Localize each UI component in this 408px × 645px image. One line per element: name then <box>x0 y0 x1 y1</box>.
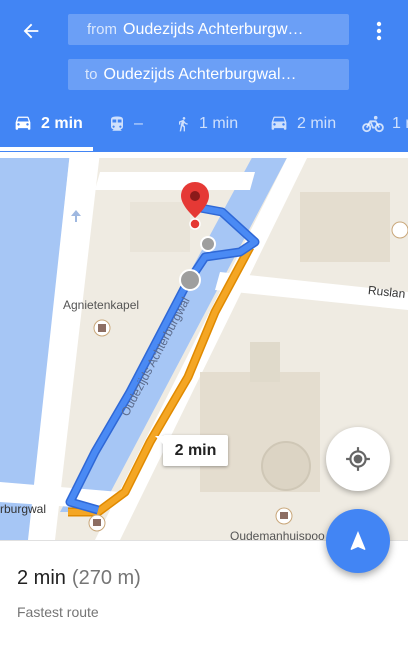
tab-bike-label: 1 m <box>392 115 408 132</box>
tab-walk-label: 1 min <box>199 115 239 132</box>
back-button[interactable] <box>14 14 48 48</box>
tab-transit-label: – <box>134 115 143 132</box>
car-icon <box>271 116 287 130</box>
duration-text: 2 min <box>17 567 66 589</box>
poi-label-agnietenkapel: Agnietenkapel <box>63 298 140 312</box>
tab-taxi[interactable]: 2 min <box>269 104 336 144</box>
travel-mode-tabs: 2 min – 1 min 2 min 1 m <box>0 104 408 152</box>
my-location-icon <box>346 447 370 471</box>
distance-text: (270 m) <box>71 567 141 589</box>
tab-taxi-label: 2 min <box>297 115 337 132</box>
more-vert-icon <box>376 21 382 41</box>
from-value: Oudezijds Achterburgw… <box>123 20 304 38</box>
my-location-button[interactable] <box>326 427 390 491</box>
directions-header: from Oudezijds Achterburgw… to Oudezijds… <box>0 0 408 152</box>
start-navigation-button[interactable] <box>326 509 390 573</box>
from-label: from <box>87 21 117 38</box>
more-options-button[interactable] <box>368 14 390 48</box>
from-field[interactable]: from Oudezijds Achterburgw… <box>68 14 349 45</box>
tab-bike[interactable]: 1 m <box>362 104 408 144</box>
street-label-burgwal: rburgwal <box>0 502 47 516</box>
tab-transit[interactable]: – <box>108 104 143 144</box>
navigation-arrow-icon <box>350 531 366 550</box>
route-duration: 2 min (270 m) <box>17 567 141 590</box>
tab-drive[interactable]: 2 min <box>13 104 83 144</box>
train-icon <box>111 116 123 131</box>
active-tab-indicator <box>0 147 93 151</box>
to-label: to <box>85 66 98 83</box>
arrow-back-icon <box>23 23 39 39</box>
car-icon <box>15 116 31 130</box>
to-value: Oudezijds Achterburgwal… <box>103 65 297 83</box>
poi-label-oudemanhuispoort: Oudemanhuispoo <box>230 529 325 540</box>
to-field[interactable]: to Oudezijds Achterburgwal… <box>68 59 349 90</box>
route-time-bubble[interactable]: 2 min <box>163 435 228 466</box>
tab-walk[interactable]: 1 min <box>175 104 238 144</box>
tab-drive-label: 2 min <box>41 115 83 132</box>
walk-icon <box>179 117 188 132</box>
route-subtitle: Fastest route <box>17 604 99 620</box>
bike-icon <box>362 115 384 133</box>
